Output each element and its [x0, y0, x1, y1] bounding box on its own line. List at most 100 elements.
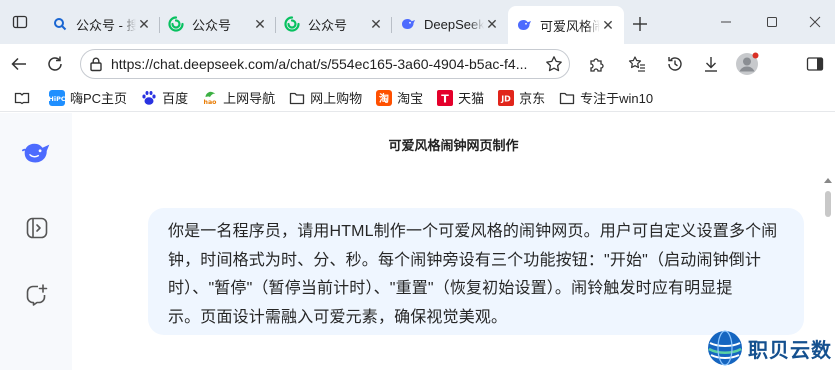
wechat-favicon-icon — [284, 16, 300, 32]
close-window-button[interactable] — [795, 0, 835, 44]
scrollbar-thumb[interactable] — [825, 191, 831, 217]
favorites-list-icon — [628, 56, 645, 72]
chat-title: 可爱风格闹钟网页制作 — [388, 138, 519, 153]
lock-icon[interactable] — [81, 56, 111, 72]
tab-title: 公众号 - 搜 — [76, 17, 136, 33]
chat-sidebar — [0, 113, 72, 370]
new-chat-icon — [26, 284, 48, 306]
folder-icon — [289, 90, 305, 106]
search-favicon-icon — [52, 16, 68, 32]
svg-text:淘: 淘 — [379, 92, 389, 105]
profile-button[interactable] — [732, 49, 762, 79]
new-chat-button[interactable] — [22, 280, 52, 310]
bookmark-label: 京东 — [519, 91, 546, 106]
deepseek-favicon-icon — [516, 17, 532, 33]
tab-wechat-1[interactable]: 公众号 ✕ — [160, 8, 276, 40]
hipc-icon: HiPC — [49, 89, 65, 106]
bookmark-label: 百度 — [162, 91, 189, 106]
maximize-icon — [767, 17, 777, 27]
reload-button[interactable] — [40, 49, 70, 79]
close-icon — [809, 16, 821, 28]
tab-close-icon[interactable]: ✕ — [252, 16, 268, 32]
message-line: 你是一名程序员，请用HTML制作一个可爱风格的闹钟网页。用户可自定义设置多个闹 — [168, 223, 778, 240]
back-button[interactable] — [4, 49, 34, 79]
scroll-up-arrow-icon[interactable] — [824, 177, 832, 183]
tab-title: 可爱风格闹钟网页制作 — [540, 18, 600, 34]
wechat-favicon-icon — [168, 16, 184, 32]
tab-deepseek[interactable]: DeepSeek ✕ — [392, 8, 508, 40]
tab-active-chat[interactable]: 可爱风格闹钟网页制作 ✕ — [508, 6, 624, 44]
address-url[interactable]: https://chat.deepseek.com/a/chat/s/554ec… — [111, 56, 539, 72]
reload-icon — [48, 56, 62, 71]
user-message-bubble: 你是一名程序员，请用HTML制作一个可爱风格的闹钟网页。用户可自定义设置多个闹 … — [148, 208, 804, 335]
bookmark-label: 淘宝 — [397, 91, 424, 106]
bookmarks-bar: HiPC 嗨PC主页 百度 hao 上网导航 网上购物 淘 淘宝 T 天猫 JD — [0, 84, 835, 112]
tab-close-icon[interactable]: ✕ — [484, 16, 500, 32]
tab-close-icon[interactable]: ✕ — [136, 16, 152, 32]
tab-title: DeepSeek — [424, 16, 484, 32]
bookmark-hao-nav[interactable]: hao 上网导航 — [202, 88, 275, 107]
minimize-button[interactable] — [703, 0, 749, 44]
favorites-button[interactable] — [622, 49, 652, 79]
plus-icon — [633, 17, 647, 31]
bookmark-label: 专注于win10 — [580, 91, 654, 106]
open-sidebar-button[interactable] — [22, 213, 52, 243]
panel-expand-icon — [26, 217, 48, 239]
taobao-icon: 淘 — [376, 89, 393, 106]
tab-strip: 公众号 - 搜 ✕ 公众号 ✕ 公众号 ✕ DeepSeek ✕ 可爱风格闹钟网… — [0, 0, 835, 44]
puzzle-icon — [590, 58, 604, 72]
tab-actions-icon — [12, 15, 28, 29]
bookmark-baidu[interactable]: 百度 — [141, 88, 188, 107]
downloads-button[interactable] — [696, 49, 726, 79]
svg-text:JD: JD — [500, 94, 511, 103]
svg-text:hao: hao — [204, 99, 217, 106]
bookmark-shopping-folder[interactable]: 网上购物 — [289, 88, 362, 107]
bookmark-jd[interactable]: JD 京东 — [498, 88, 545, 107]
message-line: 示。页面设计需融入可爱元素，确保视觉美观。 — [168, 308, 508, 326]
favorite-star-icon[interactable] — [539, 55, 569, 73]
maximize-button[interactable] — [749, 0, 795, 44]
tab-search[interactable]: 公众号 - 搜 ✕ — [44, 8, 160, 40]
globe-logo-icon — [708, 330, 742, 366]
arrow-left-icon — [11, 57, 26, 71]
history-icon — [668, 57, 682, 71]
download-icon — [705, 57, 717, 72]
tab-title: 公众号 — [192, 17, 232, 33]
bookmark-label: 网上购物 — [310, 91, 363, 106]
folder-icon — [559, 90, 575, 106]
tab-actions-button[interactable] — [0, 0, 40, 44]
bookmark-reading-list[interactable] — [14, 90, 35, 106]
message-line: 时）、"暂停"（暂停当前计时）、"重置"（恢复初始设置）。闹铃触发时应有明显提 — [168, 280, 733, 297]
sidebar-toggle-button[interactable] — [800, 49, 830, 79]
bookmark-label: 天猫 — [458, 91, 485, 106]
bookmark-win10-folder[interactable]: 专注于win10 — [559, 88, 653, 107]
baidu-paw-icon — [141, 90, 157, 106]
tab-title: 公众号 — [308, 17, 348, 33]
tab-close-icon[interactable]: ✕ — [600, 17, 616, 33]
svg-text:T: T — [441, 92, 449, 105]
deepseek-chat-page: 可爱风格闹钟网页制作 你是一名程序员，请用HTML制作一个可爱风格的闹钟网页。用… — [0, 113, 835, 370]
bookmark-hipc[interactable]: HiPC 嗨PC主页 — [49, 88, 127, 107]
watermark: 职贝云数 — [706, 327, 835, 369]
bookmark-taobao[interactable]: 淘 淘宝 — [376, 88, 423, 107]
tmall-icon: T — [437, 89, 454, 106]
extensions-button[interactable] — [582, 49, 612, 79]
tab-close-icon[interactable]: ✕ — [368, 16, 384, 32]
bookmark-label: 上网导航 — [223, 91, 276, 106]
hao-nav-icon: hao — [202, 90, 218, 106]
svg-text:HiPC: HiPC — [49, 95, 65, 103]
avatar-icon — [736, 52, 759, 75]
watermark-text: 职贝云数 — [748, 339, 832, 362]
new-tab-button[interactable] — [628, 12, 652, 36]
browser-sidebar-icon — [806, 57, 824, 71]
bookmark-label: 嗨PC主页 — [70, 91, 128, 106]
deepseek-favicon-icon — [400, 16, 416, 32]
address-bar[interactable]: https://chat.deepseek.com/a/chat/s/554ec… — [80, 49, 570, 79]
tab-wechat-2[interactable]: 公众号 ✕ — [276, 8, 392, 40]
history-button[interactable] — [660, 49, 690, 79]
deepseek-logo-icon[interactable] — [22, 138, 52, 168]
bookmark-tmall[interactable]: T 天猫 — [437, 88, 484, 107]
browser-toolbar: https://chat.deepseek.com/a/chat/s/554ec… — [0, 44, 835, 84]
message-line: 钟，时间格式为时、分、秒。每个闹钟旁设有三个功能按钮："开始"（启动闹钟倒计 — [168, 251, 762, 269]
reading-list-icon — [14, 90, 30, 106]
